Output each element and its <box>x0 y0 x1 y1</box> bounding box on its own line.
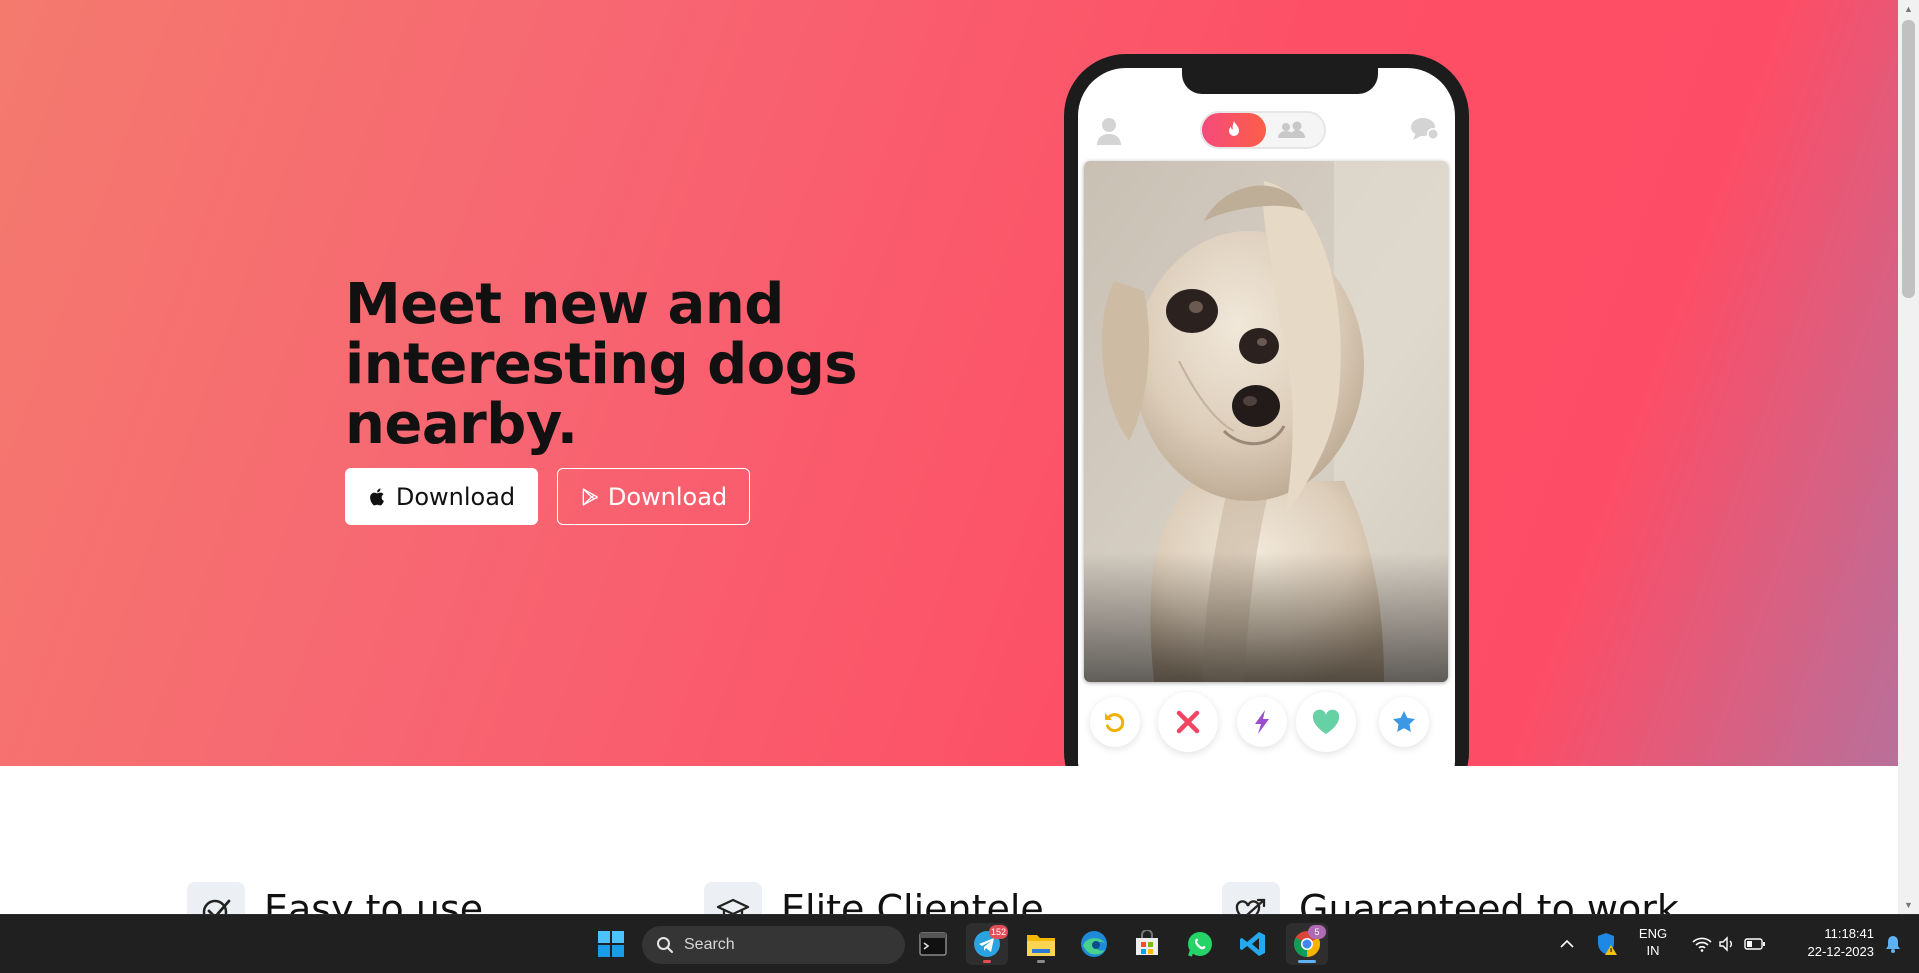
terminal-app[interactable] <box>912 923 954 965</box>
wifi-icon <box>1692 937 1712 952</box>
vscode-app[interactable] <box>1232 923 1274 965</box>
chat-icon[interactable] <box>1410 116 1440 144</box>
whatsapp-app[interactable] <box>1179 923 1221 965</box>
telegram-badge: 152 <box>988 925 1008 939</box>
clock-time: 11:18:41 <box>1824 926 1874 941</box>
download-play-store-button[interactable]: Download <box>557 468 750 525</box>
microsoft-store-app[interactable] <box>1126 923 1168 965</box>
chevron-up-icon <box>1560 939 1574 948</box>
show-hidden-icons-button[interactable] <box>1552 923 1582 965</box>
check-badge-icon <box>187 882 245 914</box>
search-placeholder: Search <box>684 936 735 953</box>
shield-warning-icon <box>1598 933 1617 955</box>
graduation-cap-icon <box>704 882 762 914</box>
whatsapp-icon <box>1188 932 1212 957</box>
folder-icon <box>1027 935 1055 956</box>
feature-title: Guaranteed to work. <box>1299 887 1691 914</box>
download-app-store-label: Download <box>395 482 516 511</box>
dog-photo-illustration <box>1084 161 1448 682</box>
page-scrollbar[interactable]: ▲ ▼ <box>1898 0 1919 914</box>
profile-icon[interactable] <box>1096 116 1122 146</box>
heart-arrow-icon <box>1222 882 1280 914</box>
swipe-actions <box>1078 692 1455 762</box>
language-indicator[interactable]: ENG IN <box>1632 925 1674 959</box>
like-button[interactable] <box>1296 692 1356 752</box>
headline-line-3: nearby. <box>345 392 578 457</box>
flame-icon <box>1229 121 1239 136</box>
edge-icon <box>1081 931 1107 957</box>
apple-icon <box>369 488 384 505</box>
quick-settings-button[interactable] <box>1684 923 1774 965</box>
scroll-up-icon[interactable]: ▲ <box>1898 0 1919 18</box>
rewind-button[interactable] <box>1090 697 1140 747</box>
star-icon <box>1393 711 1415 732</box>
feature-title: Easy to use. <box>264 887 496 914</box>
start-button[interactable] <box>590 923 632 965</box>
region-code: IN <box>1646 943 1660 958</box>
rewind-icon <box>1105 713 1125 733</box>
bell-icon <box>1886 936 1900 953</box>
close-icon <box>1176 710 1200 734</box>
download-app-store-button[interactable]: Download <box>345 468 538 525</box>
running-indicator <box>1298 960 1316 963</box>
security-tray-button[interactable] <box>1590 923 1624 965</box>
dog-photo[interactable] <box>1084 161 1448 682</box>
scroll-down-icon[interactable]: ▼ <box>1898 896 1919 914</box>
terminal-icon <box>919 932 947 956</box>
running-indicator <box>1037 960 1045 963</box>
running-indicator <box>983 960 991 963</box>
chrome-app[interactable]: 5 <box>1286 923 1328 965</box>
volume-icon <box>1719 936 1732 952</box>
phone-screen <box>1078 68 1455 766</box>
heart-icon <box>1312 709 1340 734</box>
hero-headline: Meet new and interesting dogs nearby. <box>345 275 865 455</box>
mode-toggle[interactable] <box>1200 111 1326 149</box>
headline-line-2: interesting dogs <box>345 332 858 397</box>
lightning-icon <box>1255 710 1269 734</box>
boost-button[interactable] <box>1237 697 1287 747</box>
edge-app[interactable] <box>1073 923 1115 965</box>
battery-icon <box>1744 938 1765 950</box>
chrome-profile-badge: 5 <box>1308 925 1326 939</box>
taskbar-search[interactable]: Search <box>642 926 905 964</box>
clock-date: 22-12-2023 <box>1807 944 1875 959</box>
super-like-button[interactable] <box>1379 697 1429 747</box>
notifications-button[interactable] <box>1876 923 1910 965</box>
phone-mockup <box>1064 54 1469 766</box>
download-play-store-label: Download <box>607 482 728 511</box>
store-icon <box>1136 930 1158 955</box>
toggle-swipe[interactable] <box>1202 113 1266 147</box>
windows-logo-icon <box>598 931 624 957</box>
system-clock[interactable]: 11:18:41 22-12-2023 <box>1782 925 1875 961</box>
browser-viewport: Meet new and interesting dogs nearby. Do… <box>0 0 1898 914</box>
windows-taskbar: Search 152 5 ENG IN 11:18:41 22-12-2023 <box>0 914 1919 973</box>
google-play-icon <box>582 487 598 506</box>
telegram-app[interactable]: 152 <box>966 923 1008 965</box>
scroll-thumb[interactable] <box>1902 20 1915 298</box>
search-icon <box>657 937 673 953</box>
file-explorer-app[interactable] <box>1020 923 1062 965</box>
vscode-icon <box>1240 932 1265 956</box>
hero-section: Meet new and interesting dogs nearby. Do… <box>0 0 1898 766</box>
phone-notch <box>1182 68 1378 94</box>
nope-button[interactable] <box>1158 692 1218 752</box>
feature-title: Elite Clientele. <box>781 887 1056 914</box>
toggle-group[interactable] <box>1272 119 1312 141</box>
language-code: ENG <box>1638 926 1668 941</box>
headline-line-1: Meet new and <box>345 272 784 337</box>
group-icon <box>1278 121 1305 138</box>
